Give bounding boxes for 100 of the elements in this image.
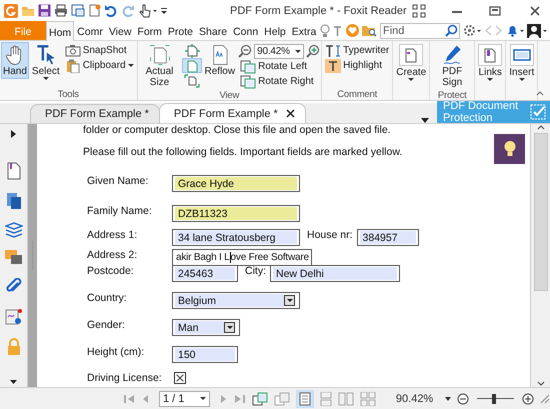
ribbon-button[interactable]: Actual Size (138, 42, 181, 90)
ribbon-button[interactable]: Create (394, 42, 428, 83)
app-logo-icon[interactable] (4, 4, 18, 18)
ribbon-button[interactable]: Highlight (323, 58, 392, 73)
zoom-in-icon[interactable] (522, 392, 534, 404)
ribbon-button[interactable]: SnapShot (62, 43, 136, 58)
page-field[interactable]: 1 / 1 (159, 390, 210, 406)
window-title: PDF Form Example * - Foxit Reader (229, 4, 408, 16)
field-label: Family Name: (87, 205, 153, 217)
ribbon-button[interactable]: Select (30, 42, 62, 82)
tip-button[interactable] (494, 134, 525, 164)
ribbon-button[interactable]: PDF Sign (431, 42, 474, 90)
group-label: Comment (336, 89, 378, 100)
window-icon[interactable] (71, 4, 85, 17)
lightbulb-icon[interactable] (320, 24, 330, 38)
close-icon[interactable] (286, 109, 295, 118)
signature-panel-icon[interactable] (4, 308, 22, 326)
ribbon-button[interactable]: Reflow (202, 42, 238, 79)
new-document-icon (404, 47, 418, 63)
close-icon[interactable] (528, 4, 542, 18)
layout-icon[interactable] (412, 4, 426, 18)
checkbox[interactable] (174, 372, 186, 384)
expand-icon[interactable] (11, 130, 16, 138)
ribbon-button[interactable]: Rotate Right (238, 74, 320, 89)
scroll-down-icon[interactable] (10, 380, 17, 384)
view-mode-button[interactable] (182, 73, 202, 88)
settings-icon[interactable] (463, 24, 481, 37)
ribbon-tab[interactable]: Conn (230, 21, 262, 40)
text-field[interactable]: 245463 (172, 265, 238, 282)
scroll-down-icon[interactable] (536, 381, 544, 387)
ribbon-tab[interactable]: Share (196, 21, 230, 40)
group-label: Protect (436, 90, 468, 101)
document-tab[interactable]: PDF Form Example * (30, 104, 160, 123)
ribbon-tab[interactable]: Hom (46, 21, 74, 41)
text-field[interactable]: DZB11323 (172, 205, 300, 222)
fit-width-icon (184, 74, 200, 88)
pages-icon[interactable] (6, 192, 22, 210)
zoom-level[interactable]: 90.42% (396, 392, 434, 404)
dropdown-field[interactable]: Belgium (172, 292, 300, 309)
collapse-icon[interactable] (536, 91, 544, 96)
ribbon-tab[interactable]: Prote (164, 21, 196, 40)
layers-icon[interactable] (4, 222, 22, 238)
find-field[interactable]: Find (380, 22, 460, 38)
field-label: Postcode: (87, 265, 135, 277)
scroll-thumb[interactable] (534, 133, 548, 291)
ribbon-button[interactable]: Typewriter (323, 43, 392, 58)
previous-view-icon[interactable] (252, 392, 268, 406)
text-field[interactable]: New Delhi (270, 265, 400, 282)
group-label: Tools (56, 89, 80, 100)
zoom-field[interactable]: 90.42% (254, 44, 304, 58)
avatar-icon[interactable] (527, 24, 547, 38)
field-label: Height (cm): (87, 346, 146, 358)
field-label: Address 2: (87, 249, 138, 261)
text-cursor-icon (34, 44, 57, 66)
pen-icon (441, 44, 464, 66)
maximize-icon[interactable] (488, 4, 502, 18)
ribbon-tab[interactable]: Help (261, 21, 289, 40)
ribbon-button[interactable]: Rotate Left (238, 59, 320, 74)
zoom-out-icon[interactable] (457, 392, 470, 404)
ribbon-tab[interactable]: Extra (288, 21, 320, 40)
tab-list-icon[interactable] (421, 118, 429, 123)
ribbon-button[interactable]: Clipboard (62, 58, 136, 73)
scroll-up-icon[interactable] (536, 124, 544, 130)
field-label: Address 1: (87, 229, 138, 241)
field-label: Gender: (87, 319, 126, 331)
dropdown-field[interactable]: Man (172, 319, 240, 336)
scrollbar[interactable] (530, 124, 550, 387)
undo-icon[interactable] (104, 4, 118, 17)
bell-icon[interactable] (506, 24, 524, 37)
zoom-menu-icon[interactable] (445, 396, 452, 400)
ribbon-tab[interactable]: Comr (74, 21, 106, 40)
print-icon[interactable] (54, 4, 68, 17)
link-page-icon (483, 47, 498, 63)
text-tool-icon[interactable] (333, 24, 343, 38)
page-thumbnail-icon[interactable] (6, 162, 20, 180)
hand-pointer-icon[interactable] (138, 4, 158, 18)
ribbon-tab[interactable]: Form (134, 21, 165, 40)
slider-thumb[interactable] (492, 394, 496, 404)
ribbon-tab[interactable]: View (106, 21, 134, 40)
document-tab[interactable]: PDF Form Example * (158, 103, 306, 123)
text-field[interactable]: 150 (172, 346, 238, 363)
ribbon-button[interactable]: Insert (507, 42, 536, 83)
panel-title: PDF Document Protection (443, 100, 520, 124)
ribbon-button[interactable]: Hand (1, 42, 29, 79)
text-field[interactable]: 34 lane Stratousberg (172, 229, 300, 246)
zoom-out-icon (238, 44, 252, 58)
search-icon[interactable] (445, 24, 458, 36)
text-field[interactable]: Grace Hyde (172, 175, 300, 192)
text-field[interactable]: akir Bagh I Love Free Software (172, 249, 312, 266)
paragraph: Please fill out the following fields. Important fields are marked yellow. (83, 146, 402, 160)
folder-search-icon[interactable] (362, 24, 377, 37)
new-page-icon[interactable] (88, 4, 101, 17)
ribbon-button[interactable]: Links (476, 42, 504, 83)
comments-icon[interactable] (4, 250, 22, 266)
field-label: Driving License: (87, 372, 163, 384)
lightbulb-icon (502, 140, 516, 158)
view-mode-button[interactable] (182, 58, 202, 73)
save-icon[interactable] (38, 4, 51, 17)
single-page-icon[interactable] (298, 392, 311, 406)
text-field[interactable]: 384957 (356, 229, 419, 246)
